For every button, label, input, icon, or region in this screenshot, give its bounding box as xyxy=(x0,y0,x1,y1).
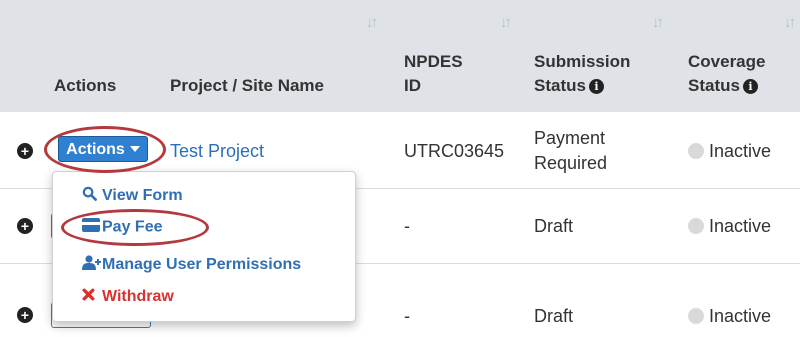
menu-item-pay-fee[interactable]: Pay Fee xyxy=(82,218,162,237)
coverage-status-label: Inactive xyxy=(709,306,772,326)
menu-item-withdraw[interactable]: Withdraw xyxy=(82,288,174,306)
status-dot-icon xyxy=(688,308,704,324)
column-header-label-line2: Status xyxy=(534,76,586,95)
npdes-id: UTRC03645 xyxy=(404,141,505,161)
coverage-status: Inactive xyxy=(688,141,771,162)
column-header-label: Actions xyxy=(54,76,117,95)
column-header-label-line2: ID xyxy=(404,76,421,95)
expand-row-icon[interactable]: + xyxy=(17,218,33,234)
close-icon xyxy=(82,288,102,306)
column-header-label-line1: Coverage xyxy=(688,52,766,71)
permits-table: Actions ↓↑ Project / Site Name ↓↑ NPDES … xyxy=(0,0,800,337)
coverage-status-label: Inactive xyxy=(709,141,772,161)
menu-item-view-form[interactable]: View Form xyxy=(82,186,183,206)
menu-item-manage-user-permissions[interactable]: Manage User Permissions xyxy=(82,255,301,275)
column-header-project[interactable]: ↓↑ Project / Site Name xyxy=(170,0,380,112)
submission-status-line2: Required xyxy=(534,153,608,173)
column-header-submission-status[interactable]: ↓↑ Submission Status i xyxy=(534,0,669,112)
expand-row-icon[interactable]: + xyxy=(17,307,33,323)
coverage-status-label: Inactive xyxy=(709,216,772,236)
submission-status: Draft xyxy=(534,216,574,236)
caret-down-icon xyxy=(129,146,140,152)
menu-item-label: Manage User Permissions xyxy=(102,256,302,274)
coverage-status: Inactive xyxy=(688,306,771,327)
menu-item-label: View Form xyxy=(102,187,183,205)
sort-icon[interactable]: ↓↑ xyxy=(500,14,512,31)
menu-item-label: Pay Fee xyxy=(102,218,163,236)
actions-button-label: Actions xyxy=(66,141,125,158)
search-icon xyxy=(82,186,102,206)
column-header-label: Project / Site Name xyxy=(170,76,325,95)
sort-icon[interactable]: ↓↑ xyxy=(784,14,796,31)
menu-item-label: Withdraw xyxy=(102,288,174,306)
column-header-actions: Actions xyxy=(54,0,164,112)
sort-icon[interactable]: ↓↑ xyxy=(652,14,664,31)
submission-status-line1: Payment xyxy=(534,128,606,148)
column-header-label-line1: NPDES xyxy=(404,52,463,71)
status-dot-icon xyxy=(688,143,704,159)
project-name-link[interactable]: Test Project xyxy=(170,141,264,162)
sort-icon[interactable]: ↓↑ xyxy=(366,14,378,31)
status-dot-icon xyxy=(688,218,704,234)
info-icon[interactable]: i xyxy=(588,79,604,94)
actions-dropdown-menu: View Form Pay Fee Manage User Permission… xyxy=(52,171,356,322)
npdes-id: - xyxy=(404,306,410,326)
expand-row-icon[interactable]: + xyxy=(17,143,33,159)
npdes-id: - xyxy=(404,216,410,236)
coverage-status: Inactive xyxy=(688,216,771,237)
credit-card-icon xyxy=(82,218,102,237)
user-plus-icon xyxy=(82,255,102,275)
actions-dropdown-button[interactable]: Actions xyxy=(58,136,148,162)
table-header: Actions ↓↑ Project / Site Name ↓↑ NPDES … xyxy=(0,0,800,112)
submission-status: Draft xyxy=(534,306,574,326)
column-header-label-line1: Submission xyxy=(534,52,631,71)
column-header-npdes-id[interactable]: ↓↑ NPDES ID xyxy=(404,0,519,112)
column-header-coverage-status[interactable]: ↓↑ Coverage Status i xyxy=(688,0,800,112)
info-icon[interactable]: i xyxy=(742,79,758,94)
submission-status: Payment Required xyxy=(534,126,607,176)
column-header-label-line2: Status xyxy=(688,76,740,95)
